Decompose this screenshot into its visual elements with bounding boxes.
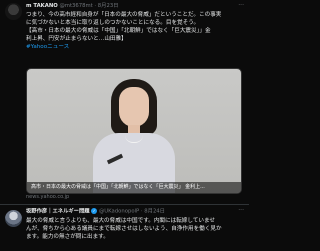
tweet-header: 坂野作彦｜エネルギー問題 ✓ @UKadonopolP · 8月24日 bbox=[26, 208, 165, 216]
hashtag-link[interactable]: #Yahooニュース bbox=[26, 43, 240, 51]
more-icon[interactable]: ··· bbox=[238, 2, 244, 9]
tweet-text-line: 【高市・日本の最大の脅威は「中国」「北朝鮮」ではなく「巨大震災」」金 bbox=[26, 28, 211, 34]
tweet-2[interactable]: 坂野作彦｜エネルギー問題 ✓ @UKadonopolP · 8月24日 ··· … bbox=[0, 204, 249, 251]
author-handle[interactable]: @UKadonopolP · 8月24日 bbox=[99, 209, 165, 215]
link-card-image[interactable]: 高市・日本の最大の脅威は「中国」「北朝鮮」ではなく「巨大震災」 金利上... bbox=[26, 68, 242, 194]
tweet-text-line: 最大の脅威と言うよりも、最大の脅威は中国です。内閣には転嫁していませ bbox=[26, 218, 216, 224]
tweet-1[interactable]: m TAKANO @mt3678mt · 8月23日 ··· つまり、今の高市経… bbox=[0, 0, 249, 204]
author-name[interactable]: 坂野作彦｜エネルギー問題 bbox=[26, 209, 90, 215]
verified-badge-icon: ✓ bbox=[91, 208, 98, 214]
avatar[interactable] bbox=[5, 210, 22, 227]
link-card-source[interactable]: news.yahoo.co.jp bbox=[26, 194, 69, 200]
author-handle[interactable]: @mt3678mt · 8月23日 bbox=[60, 3, 119, 9]
tweet-text-line: んが、脅ちから心ある議員にまで転嫁させはしないよう、自浄作用を働く見か bbox=[26, 226, 222, 232]
tweet-text-line: つまり、今の高市経和自身が「日本の最大の脅威」だということだ。この事実 bbox=[26, 12, 222, 18]
more-icon[interactable]: ··· bbox=[238, 207, 244, 214]
tweet-text: つまり、今の高市経和自身が「日本の最大の脅威」だということだ。この事実 に気づか… bbox=[26, 11, 240, 51]
avatar[interactable] bbox=[5, 3, 22, 20]
tweet-text: 最大の脅威と言うよりも、最大の脅威は中国です。内閣には転嫁していませ んが、脅ち… bbox=[26, 217, 240, 241]
tweet-text-line: 利上昇、円安が止まらないと…山田雅】 bbox=[26, 36, 127, 42]
photo-face bbox=[119, 87, 149, 127]
link-card-caption: 高市・日本の最大の脅威は「中国」「北朝鮮」ではなく「巨大震災」 金利上... bbox=[27, 182, 241, 193]
tweet-text-line: に気づかないと本当に取り返しのつかないことになる。目を覚そう。 bbox=[26, 20, 200, 26]
tweet-text-line: ます。能力の無さが問に出ます。 bbox=[26, 234, 109, 240]
tweet-header: m TAKANO @mt3678mt · 8月23日 bbox=[26, 3, 119, 10]
author-name[interactable]: m TAKANO bbox=[26, 3, 58, 9]
